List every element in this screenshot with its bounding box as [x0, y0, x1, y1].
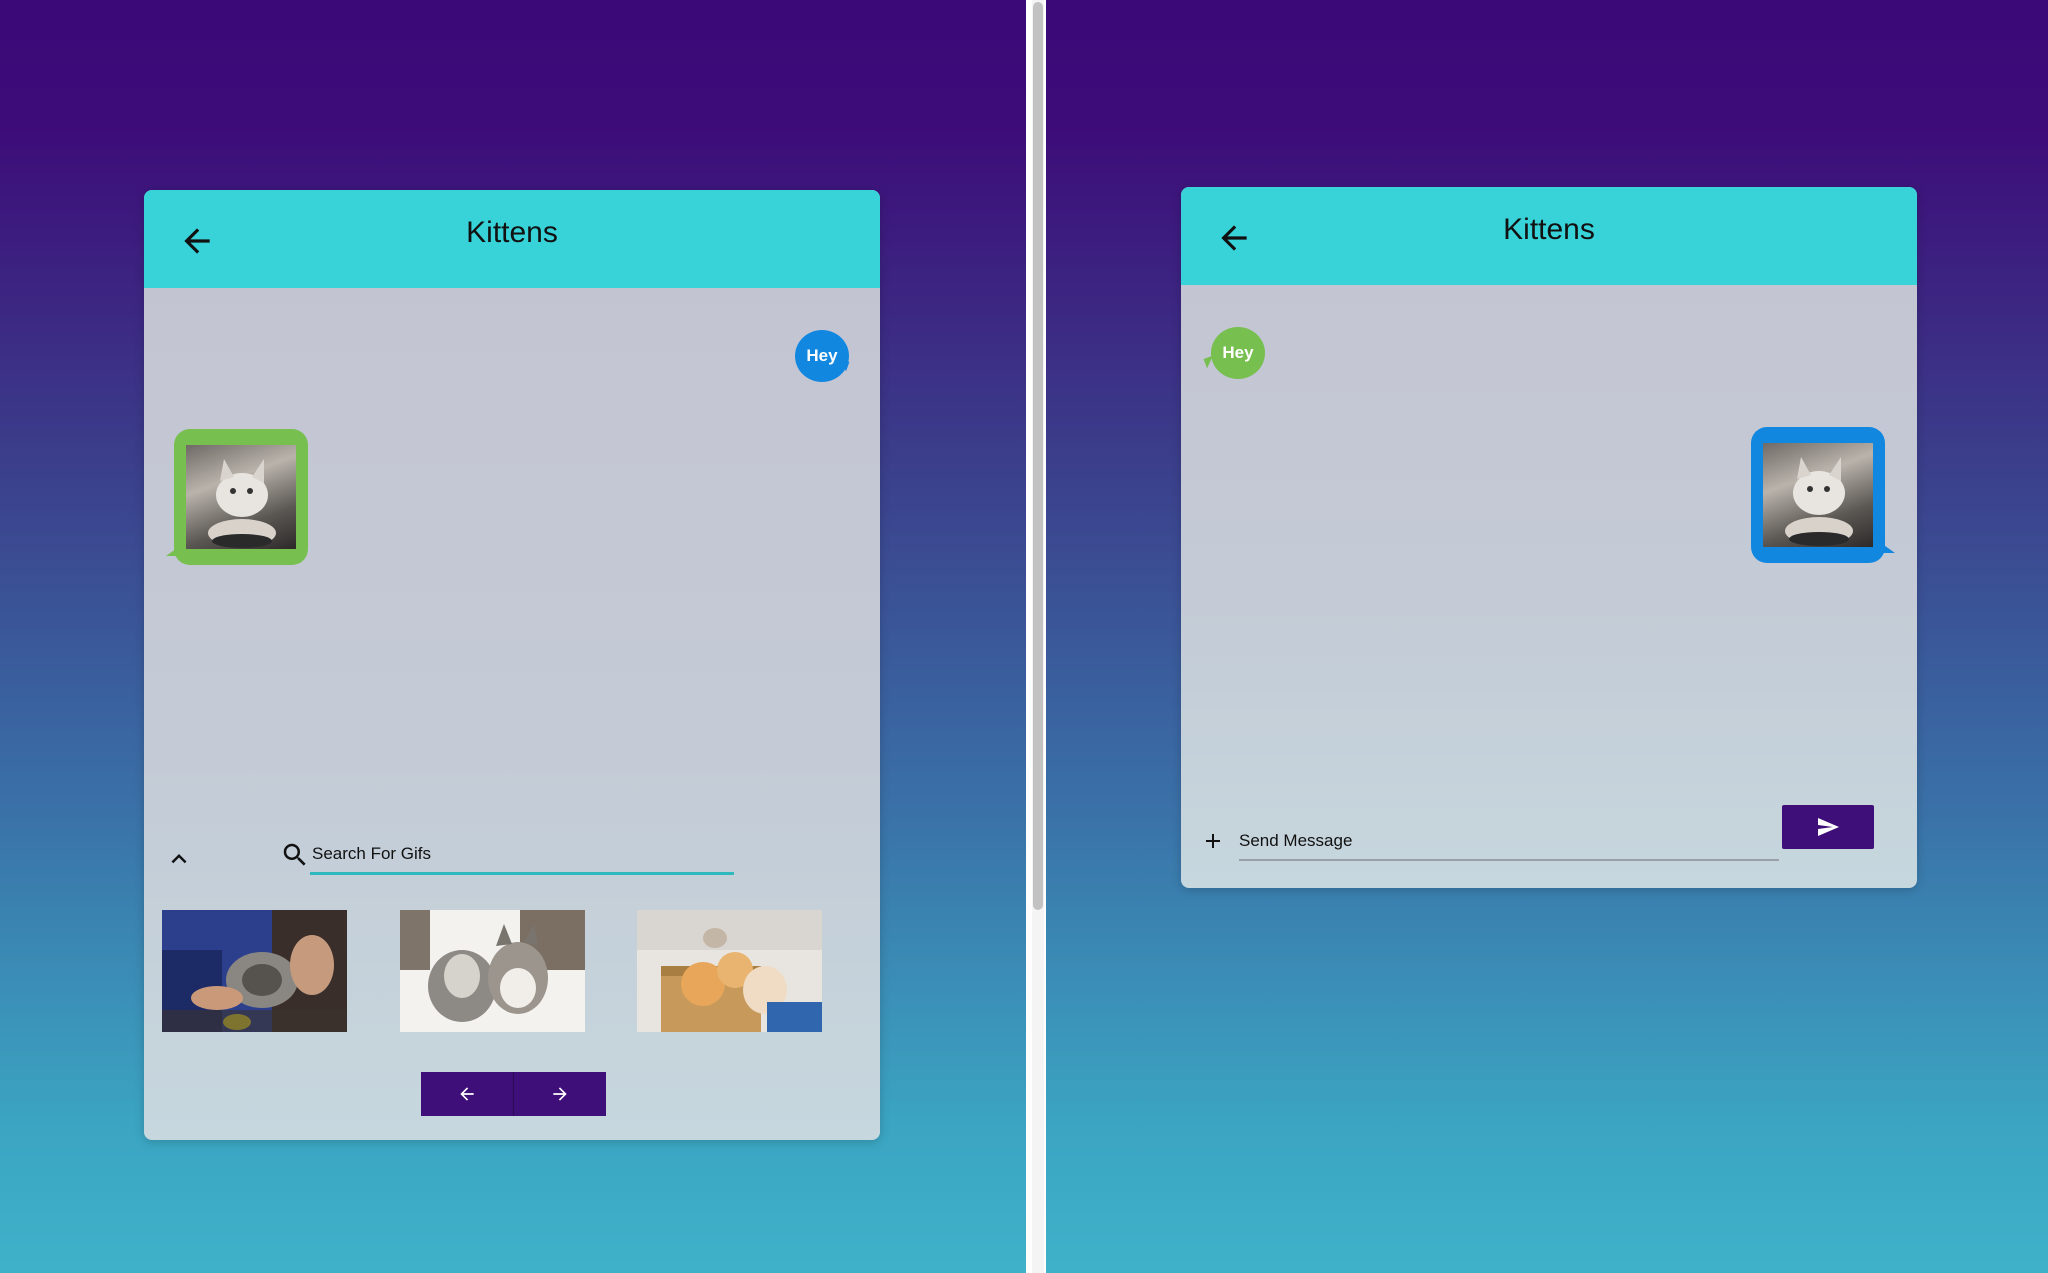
bubble-tail [166, 546, 180, 556]
prev-page-button[interactable] [421, 1072, 513, 1116]
message-bubble-hey: Hey [795, 330, 849, 382]
plus-icon [1206, 834, 1220, 848]
left-window: Kittens Hey [0, 0, 1026, 1273]
chat-title: Kittens [466, 216, 558, 249]
gif-message[interactable] [1751, 427, 1885, 563]
chevron-up-icon [171, 854, 187, 864]
chat-card: Kittens Hey [144, 190, 880, 1140]
compose-row [1181, 805, 1917, 875]
search-icon [280, 840, 310, 870]
send-icon [1818, 818, 1839, 836]
arrow-left-icon [460, 1087, 474, 1101]
arrow-right-icon [553, 1087, 567, 1101]
scrollbar-thumb[interactable] [1033, 2, 1043, 910]
add-attachment-button[interactable] [1201, 829, 1225, 853]
message-text: Hey [1222, 343, 1254, 362]
gif-search-row [144, 826, 880, 886]
message-bubble-hey: Hey [1211, 327, 1265, 379]
gif-result-2[interactable] [400, 910, 585, 1032]
chat-title: Kittens [1503, 213, 1595, 246]
message-text: Hey [806, 346, 838, 365]
gif-result-1[interactable] [162, 910, 347, 1032]
right-window: Kittens Hey [1046, 0, 2048, 1273]
collapse-button[interactable] [164, 844, 194, 874]
kitten-gif [1763, 443, 1873, 547]
gif-result-3[interactable] [637, 910, 822, 1032]
chat-header: Kittens [1181, 187, 1917, 285]
chat-header: Kittens [144, 190, 880, 288]
next-page-button[interactable] [513, 1072, 606, 1116]
message-input[interactable] [1239, 823, 1779, 861]
gif-message[interactable] [174, 429, 308, 565]
chat-card: Kittens Hey [1181, 187, 1917, 888]
kitten-gif [186, 445, 296, 549]
bubble-tail [1881, 543, 1895, 553]
gif-search-input[interactable] [310, 836, 734, 875]
send-button[interactable] [1782, 805, 1874, 849]
